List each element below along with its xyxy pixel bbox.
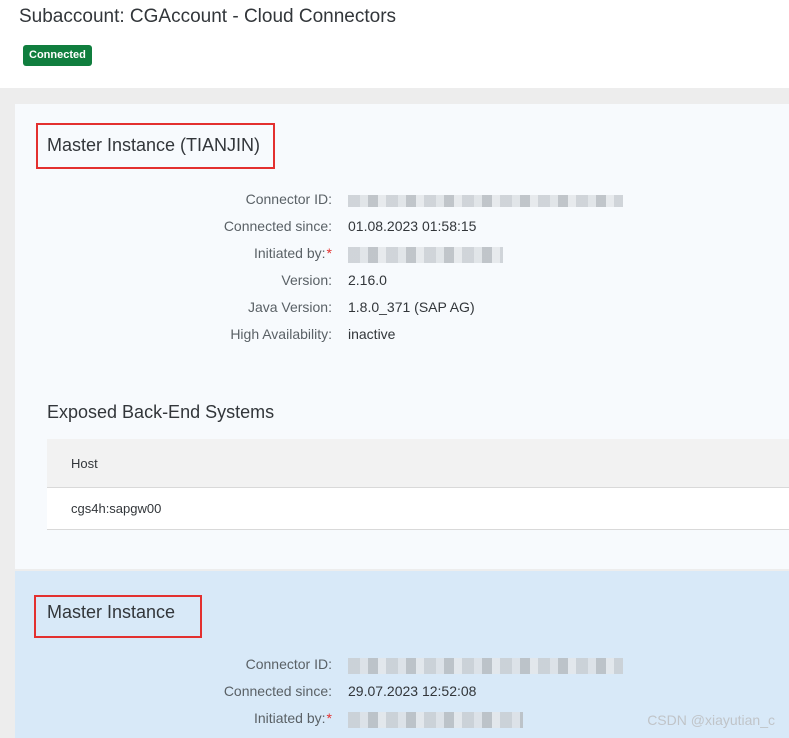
- version-label: Version:: [281, 272, 332, 288]
- connected-since-label: Connected since:: [223, 683, 332, 699]
- connector-id-row: Connector ID:: [15, 191, 789, 211]
- required-marker: *: [326, 245, 332, 261]
- connected-since-row: Connected since: 01.08.2023 01:58:15: [15, 218, 789, 238]
- connection-status-badge: Connected: [23, 45, 92, 66]
- connected-since-row: Connected since: 29.07.2023 12:52:08: [15, 683, 789, 703]
- table-header: Host: [47, 439, 789, 488]
- java-version-value: 1.8.0_371 (SAP AG): [348, 299, 475, 315]
- connected-since-value: 01.08.2023 01:58:15: [348, 218, 477, 234]
- page-title: Subaccount: CGAccount - Cloud Connectors: [19, 6, 397, 27]
- high-availability-label: High Availability:: [230, 326, 332, 342]
- required-marker: *: [326, 710, 332, 726]
- connected-since-label: Connected since:: [223, 218, 332, 234]
- instance-title: Master Instance: [47, 602, 176, 622]
- column-header-host[interactable]: Host: [71, 456, 98, 471]
- high-availability-row: High Availability: inactive: [15, 326, 789, 346]
- connector-id-row: Connector ID:: [15, 656, 789, 676]
- connector-id-redacted: [348, 195, 623, 207]
- connected-since-value: 29.07.2023 12:52:08: [348, 683, 477, 699]
- version-value: 2.16.0: [348, 272, 387, 288]
- host-cell: cgs4h:sapgw00: [71, 501, 162, 516]
- table-row[interactable]: cgs4h:sapgw00: [47, 488, 789, 530]
- connector-id-label: Connector ID:: [245, 656, 332, 672]
- exposed-systems-table: Host cgs4h:sapgw00: [47, 439, 789, 530]
- initiated-by-redacted: [348, 247, 503, 263]
- watermark: CSDN @xiayutian_c: [647, 712, 775, 728]
- instance-panel-tianjin[interactable]: Master Instance (TIANJIN) Connector ID: …: [15, 104, 789, 569]
- connector-id-label: Connector ID:: [245, 191, 332, 207]
- initiated-by-redacted: [348, 712, 523, 728]
- initiated-by-label: Initiated by:*: [253, 710, 332, 726]
- version-row: Version: 2.16.0: [15, 272, 789, 292]
- java-version-row: Java Version: 1.8.0_371 (SAP AG): [15, 299, 789, 319]
- java-version-label: Java Version:: [247, 299, 332, 315]
- exposed-systems-title: Exposed Back-End Systems: [47, 402, 275, 422]
- instance-title: Master Instance (TIANJIN): [47, 135, 261, 155]
- initiated-by-row: Initiated by:*: [15, 245, 789, 265]
- page-header: Subaccount: CGAccount - Cloud Connectors…: [0, 0, 789, 88]
- initiated-by-label: Initiated by:*: [253, 245, 332, 261]
- high-availability-value: inactive: [348, 326, 396, 342]
- connector-id-redacted: [348, 658, 623, 674]
